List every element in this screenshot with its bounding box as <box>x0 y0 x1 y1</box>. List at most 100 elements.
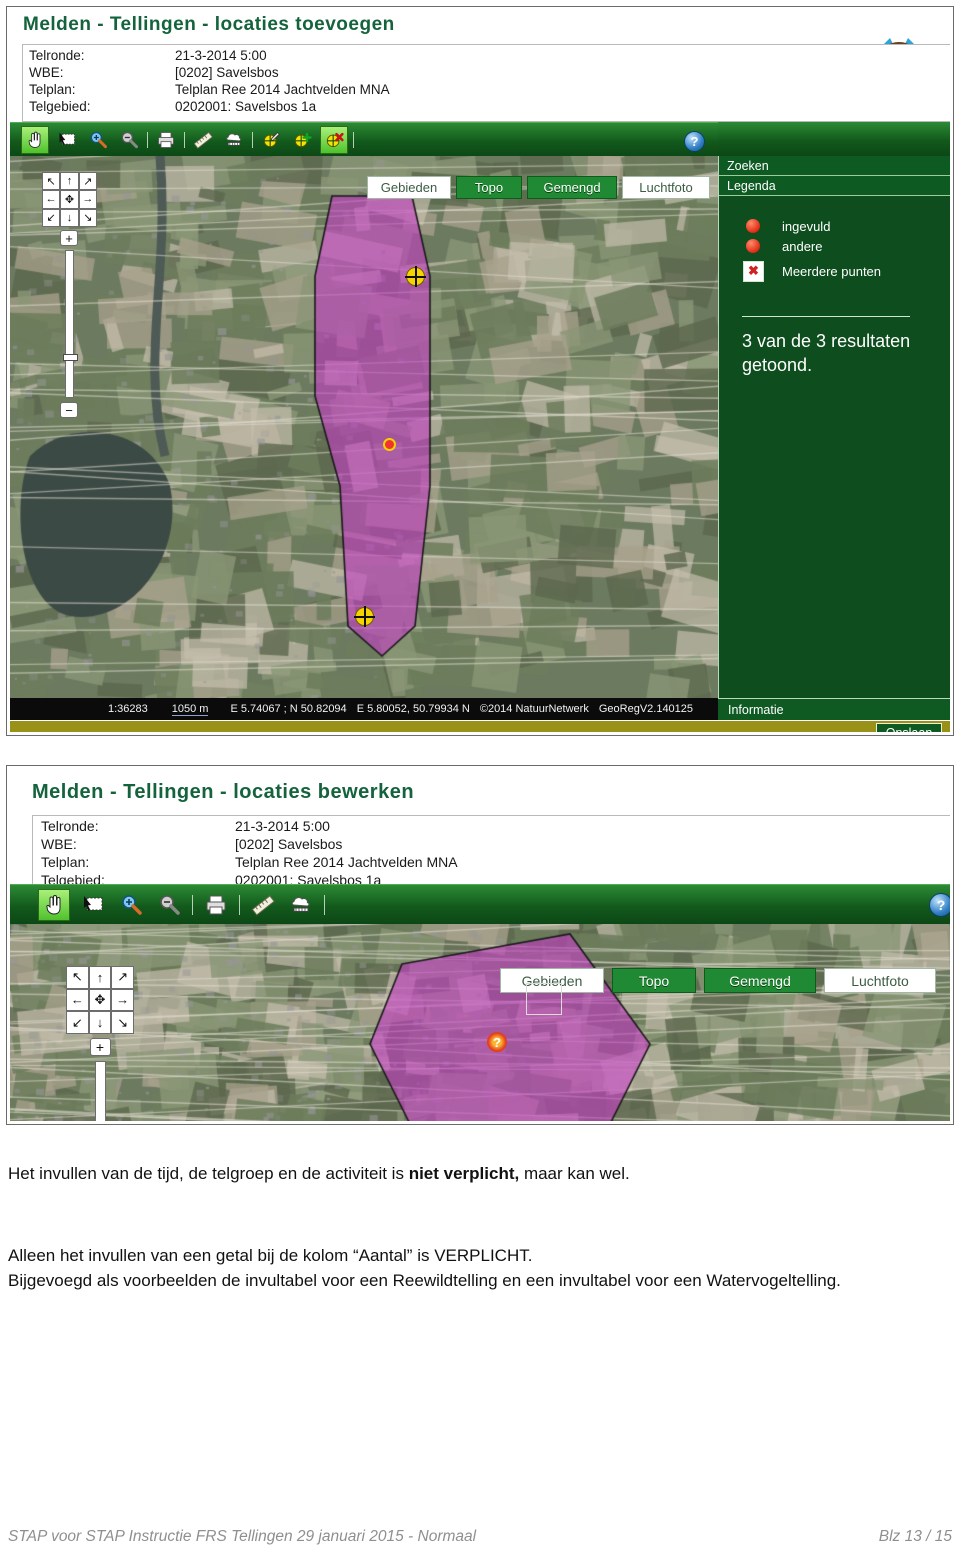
add-point-icon[interactable] <box>289 127 315 153</box>
zoom-in-magnifier-icon[interactable] <box>85 127 111 153</box>
red-dot-icon <box>746 239 760 253</box>
meta-value: 21-3-2014 5:00 <box>175 48 267 63</box>
map-canvas-top[interactable]: Gebieden Topo Gemengd Luchtfoto ↖ ↑ ↗ ← … <box>10 156 718 698</box>
list-item: andere <box>719 236 950 256</box>
pan-southwest-button[interactable]: ↙ <box>42 208 61 227</box>
pan-south-button[interactable]: ↓ <box>88 1011 112 1034</box>
pan-northeast-button[interactable]: ↗ <box>111 966 134 989</box>
legend-panel-header[interactable]: Legenda <box>719 176 950 196</box>
pan-southwest-button[interactable]: ↙ <box>66 1011 89 1034</box>
zoom-out-magnifier-icon[interactable] <box>116 127 142 153</box>
help-icon[interactable]: ? <box>929 893 950 917</box>
pan-glyph: ← <box>45 193 57 206</box>
pan-hand-icon[interactable] <box>21 126 49 154</box>
measure-ruler-icon[interactable] <box>190 127 216 153</box>
meta-value: Telplan Ree 2014 Jachtvelden MNA <box>175 82 390 97</box>
table-row: Telronde: 21-3-2014 5:00 <box>33 819 950 837</box>
zoom-out-button[interactable]: − <box>60 402 78 418</box>
pan-northeast-button[interactable]: ↗ <box>78 172 97 191</box>
zoom-slider-thumb[interactable] <box>62 354 78 361</box>
meta-value: [0202] Savelsbos <box>235 836 343 852</box>
count-location-marker[interactable] <box>354 606 375 627</box>
save-button[interactable]: Opslaan <box>876 722 942 732</box>
red-dot-icon <box>746 219 760 233</box>
copyright-text: ©2014 NatuurNetwerk <box>479 703 589 715</box>
text-segment: maar kan wel. <box>519 1164 630 1183</box>
zoom-slider-track[interactable] <box>94 1061 106 1121</box>
info-panel-header[interactable]: Informatie <box>718 698 950 721</box>
tab-luchtfoto[interactable]: Luchtfoto <box>622 176 710 199</box>
edit-point-icon[interactable] <box>258 127 284 153</box>
print-icon[interactable] <box>153 127 179 153</box>
pan-west-button[interactable]: ← <box>42 190 61 209</box>
list-item: ✖ Meerdere punten <box>719 259 950 283</box>
zoom-in-button[interactable]: + <box>89 1038 111 1056</box>
search-panel-header[interactable]: Zoeken <box>719 156 950 176</box>
select-rectangle-icon[interactable] <box>78 890 108 920</box>
pan-glyph: ↘ <box>117 1014 129 1030</box>
pan-south-button[interactable]: ↓ <box>60 208 79 227</box>
pan-glyph: ↓ <box>66 211 73 224</box>
pan-glyph: ✥ <box>64 193 75 206</box>
select-rectangle-icon[interactable] <box>54 127 80 153</box>
zoom-out-magnifier-icon[interactable] <box>154 890 184 920</box>
map-toolbar-bottom <box>10 884 950 925</box>
zoom-slider-track[interactable] <box>62 250 78 398</box>
page-title: Melden - Tellingen - locaties bewerken <box>32 781 415 803</box>
page-footer: STAP voor STAP Instructie FRS Tellingen … <box>8 1528 952 1546</box>
selection-box[interactable] <box>526 983 562 1015</box>
measure-ruler-icon[interactable] <box>248 890 278 920</box>
map-pan-control-top[interactable]: ↖ ↑ ↗ ← ✥ → ↙ ↓ ↘ <box>42 172 97 227</box>
zoom-in-magnifier-icon[interactable] <box>116 890 146 920</box>
paragraph-one: Het invullen van de tijd, de telgroep en… <box>8 1161 952 1186</box>
tab-gebieden[interactable]: Gebieden <box>367 176 451 199</box>
table-row: Telplan: Telplan Ree 2014 Jachtvelden MN… <box>33 855 950 873</box>
table-row: Telronde: 21-3-2014 5:00 <box>23 49 950 66</box>
count-metadata-table: Telronde: 21-3-2014 5:00 WBE: [0202] Sav… <box>32 815 950 893</box>
toolbar-strip-right <box>718 122 950 156</box>
delete-point-icon[interactable] <box>320 126 348 154</box>
pan-north-button[interactable]: ↑ <box>88 966 112 989</box>
tab-luchtfoto[interactable]: Luchtfoto <box>824 968 936 993</box>
zoom-in-button[interactable]: + <box>60 230 78 246</box>
tab-gemengd[interactable]: Gemengd <box>704 968 816 993</box>
pan-center-button[interactable]: ✥ <box>60 190 79 209</box>
tab-gemengd[interactable]: Gemengd <box>527 176 617 199</box>
separator-2 <box>239 895 240 915</box>
pan-west-button[interactable]: ← <box>66 988 89 1012</box>
print-icon[interactable] <box>201 890 231 920</box>
filled-location-marker[interactable] <box>383 438 396 451</box>
help-icon[interactable]: ? <box>684 131 705 152</box>
pan-southeast-button[interactable]: ↘ <box>111 1011 134 1034</box>
pan-center-button[interactable]: ✥ <box>88 988 112 1012</box>
tab-topo[interactable]: Topo <box>456 176 522 199</box>
text-segment: Het invullen van de tijd, de telgroep en… <box>8 1164 409 1183</box>
pan-east-button[interactable]: → <box>78 190 97 209</box>
separator-3 <box>324 895 325 915</box>
app-header-bottom: Melden - Tellingen - locaties bewerken T… <box>10 769 950 893</box>
pan-east-button[interactable]: → <box>111 988 134 1012</box>
map-zoom-control-bottom[interactable]: + <box>84 1038 116 1121</box>
meta-key: Telplan: <box>41 854 90 870</box>
identify-cloud-icon[interactable] <box>286 890 316 920</box>
map-zoom-control-top[interactable]: + − <box>55 230 83 418</box>
pan-northwest-button[interactable]: ↖ <box>66 966 89 989</box>
info-panel-label: Informatie <box>728 703 784 717</box>
count-location-marker[interactable] <box>405 266 426 287</box>
map-canvas-bottom[interactable]: Gebieden Topo Gemengd Luchtfoto ↖ ↑ ↗ ← … <box>10 924 950 1121</box>
pan-northwest-button[interactable]: ↖ <box>42 172 61 191</box>
pan-southeast-button[interactable]: ↘ <box>78 208 97 227</box>
layer-tabs-top: Gebieden Topo Gemengd Luchtfoto <box>367 176 710 199</box>
pan-hand-icon[interactable] <box>38 889 70 921</box>
text-line: Alleen het invullen van een getal bij de… <box>8 1246 533 1265</box>
separator-2 <box>184 132 185 148</box>
map-pan-control-bottom[interactable]: ↖ ↑ ↗ ← ✥ → ↙ ↓ ↘ <box>66 966 134 1034</box>
pan-north-button[interactable]: ↑ <box>60 172 79 191</box>
pan-glyph: ↘ <box>83 212 93 225</box>
pan-glyph: ↖ <box>46 175 56 188</box>
unknown-location-marker[interactable]: ? <box>487 1032 507 1052</box>
search-panel-label: Zoeken <box>727 158 769 173</box>
meta-key: Telgebied: <box>29 99 91 114</box>
tab-topo[interactable]: Topo <box>612 968 696 993</box>
identify-cloud-icon[interactable] <box>221 127 247 153</box>
